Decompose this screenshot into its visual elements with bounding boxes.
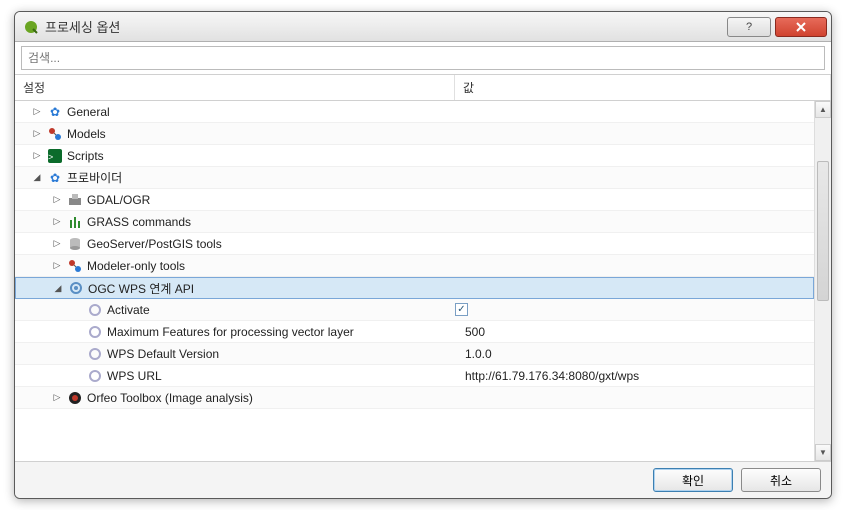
models-icon [47, 126, 63, 142]
chevron-right-icon[interactable]: ▷ [31, 150, 43, 162]
tree-item-general[interactable]: ▷ ✿ General [15, 101, 814, 123]
gear-icon: ✿ [47, 104, 63, 120]
spacer [71, 348, 83, 360]
setting-wps-url[interactable]: WPS URL http://61.79.176.34:8080/gxt/wps [15, 365, 814, 387]
setting-activate[interactable]: Activate ✓ [15, 299, 814, 321]
setting-max-features[interactable]: Maximum Features for processing vector l… [15, 321, 814, 343]
chevron-right-icon[interactable]: ▷ [51, 194, 63, 206]
window-title: 프로세싱 옵션 [45, 17, 727, 36]
qgis-icon [23, 19, 39, 35]
setting-default-version[interactable]: WPS Default Version 1.0.0 [15, 343, 814, 365]
chevron-right-icon[interactable]: ▷ [51, 238, 63, 250]
tree-item-label: Modeler-only tools [87, 259, 185, 273]
close-button[interactable] [775, 17, 827, 37]
tree-item-label: 프로바이더 [67, 169, 122, 186]
tree-item-label: Scripts [67, 149, 104, 163]
activate-checkbox[interactable]: ✓ [455, 303, 468, 316]
tree-item-label: GeoServer/PostGIS tools [87, 237, 222, 251]
processing-options-dialog: 프로세싱 옵션 ? 설정 값 ▷ ✿ General [14, 11, 832, 499]
tree-item-label: GRASS commands [87, 215, 191, 229]
column-header-value[interactable]: 값 [455, 75, 831, 100]
scripts-icon [47, 148, 63, 164]
tree-item-orfeo[interactable]: ▷ Orfeo Toolbox (Image analysis) [15, 387, 814, 409]
spacer [71, 326, 83, 338]
tree-item-gdal[interactable]: ▷ GDAL/OGR [15, 189, 814, 211]
chevron-right-icon[interactable]: ▷ [31, 106, 43, 118]
tree-item-label: OGC WPS 연계 API [88, 280, 194, 297]
chevron-down-icon[interactable]: ◢ [52, 282, 64, 294]
setting-icon [87, 324, 103, 340]
setting-label: WPS Default Version [107, 347, 219, 361]
scroll-down-arrow-icon[interactable]: ▼ [815, 444, 831, 461]
tree-item-providers[interactable]: ◢ ✿ 프로바이더 [15, 167, 814, 189]
search-row [15, 42, 831, 75]
gdal-icon [67, 192, 83, 208]
column-headers: 설정 값 [15, 75, 831, 101]
tree-item-label: General [67, 105, 110, 119]
tree-item-geoserver[interactable]: ▷ GeoServer/PostGIS tools [15, 233, 814, 255]
cancel-button[interactable]: 취소 [741, 468, 821, 492]
tree-item-label: Orfeo Toolbox (Image analysis) [87, 391, 253, 405]
search-input[interactable] [21, 46, 825, 70]
setting-value[interactable]: 1.0.0 [455, 347, 492, 361]
tree-item-modeler-only[interactable]: ▷ Modeler-only tools [15, 255, 814, 277]
wps-icon [68, 280, 84, 296]
tree-item-models[interactable]: ▷ Models [15, 123, 814, 145]
spacer [71, 304, 83, 316]
scroll-thumb[interactable] [817, 161, 829, 301]
setting-label: WPS URL [107, 369, 162, 383]
setting-label: Activate [107, 303, 150, 317]
tree-item-scripts[interactable]: ▷ Scripts [15, 145, 814, 167]
help-button[interactable]: ? [727, 17, 771, 37]
titlebar: 프로세싱 옵션 ? [15, 12, 831, 42]
vertical-scrollbar[interactable]: ▲ ▼ [814, 101, 831, 461]
column-header-setting[interactable]: 설정 [15, 75, 455, 100]
spacer [71, 370, 83, 382]
database-icon [67, 236, 83, 252]
setting-value[interactable]: http://61.79.176.34:8080/gxt/wps [455, 369, 639, 383]
tree-item-label: Models [67, 127, 106, 141]
grass-icon [67, 214, 83, 230]
tree-area: ▷ ✿ General ▷ Models ▷ [15, 101, 831, 461]
gear-icon: ✿ [47, 170, 63, 186]
setting-icon [87, 302, 103, 318]
setting-label: Maximum Features for processing vector l… [107, 325, 354, 339]
tree-item-ogc-wps[interactable]: ◢ OGC WPS 연계 API [15, 277, 814, 299]
tree-item-label: GDAL/OGR [87, 193, 150, 207]
setting-icon [87, 368, 103, 384]
tree-item-grass[interactable]: ▷ GRASS commands [15, 211, 814, 233]
setting-value[interactable]: 500 [455, 325, 485, 339]
dialog-buttons: 확인 취소 [15, 461, 831, 498]
setting-icon [87, 346, 103, 362]
settings-tree[interactable]: ▷ ✿ General ▷ Models ▷ [15, 101, 814, 461]
window-buttons: ? [727, 17, 827, 37]
chevron-right-icon[interactable]: ▷ [51, 216, 63, 228]
chevron-down-icon[interactable]: ◢ [31, 172, 43, 184]
scroll-up-arrow-icon[interactable]: ▲ [815, 101, 831, 118]
chevron-right-icon[interactable]: ▷ [51, 260, 63, 272]
chevron-right-icon[interactable]: ▷ [31, 128, 43, 140]
models-icon [67, 258, 83, 274]
orfeo-icon [67, 390, 83, 406]
ok-button[interactable]: 확인 [653, 468, 733, 492]
chevron-right-icon[interactable]: ▷ [51, 392, 63, 404]
